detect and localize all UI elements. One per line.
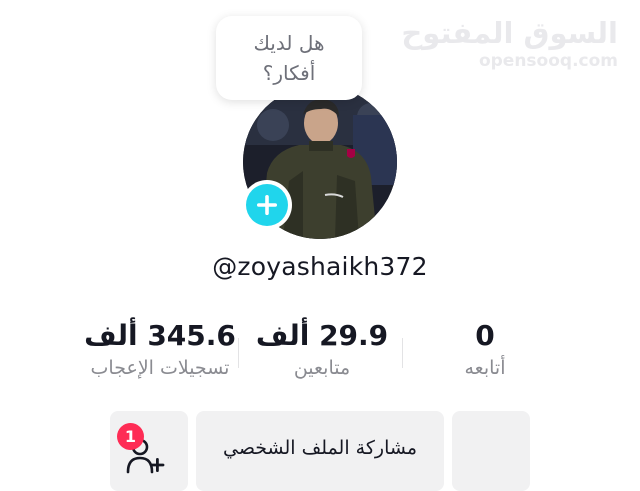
followers-stat[interactable]: 29.9 ألف متابعين bbox=[242, 318, 402, 382]
plus-icon bbox=[257, 195, 277, 215]
bubble-line-1: هل لديك bbox=[253, 31, 325, 55]
following-label: أتابعه bbox=[464, 357, 506, 379]
profile-username: @zoyashaikh372 bbox=[212, 252, 428, 281]
thoughts-bubble[interactable]: هل لديك أفكار؟ bbox=[216, 16, 362, 100]
stats-divider bbox=[402, 338, 403, 368]
likes-count: 345.6 ألف bbox=[84, 319, 236, 352]
likes-label: تسجيلات الإعجاب bbox=[90, 357, 230, 379]
add-avatar-button[interactable] bbox=[242, 180, 292, 230]
watermark-latin: opensooq.com bbox=[478, 51, 618, 71]
more-options-button[interactable] bbox=[452, 411, 530, 491]
bubble-line-2: أفكار؟ bbox=[262, 61, 316, 85]
friend-request-badge: 1 bbox=[117, 423, 144, 450]
share-profile-label: مشاركة الملف الشخصي bbox=[222, 437, 417, 459]
following-count: 0 bbox=[475, 319, 495, 352]
following-stat[interactable]: 0 أتابعه bbox=[420, 318, 550, 382]
share-profile-button[interactable]: مشاركة الملف الشخصي bbox=[196, 411, 444, 491]
followers-label: متابعين bbox=[293, 357, 351, 379]
watermark-arabic: السوق المفتوح bbox=[401, 16, 619, 50]
add-avatar-circle bbox=[246, 184, 288, 226]
likes-stat[interactable]: 345.6 ألف تسجيلات الإعجاب bbox=[60, 318, 260, 382]
opensooq-watermark: السوق المفتوح opensooq.com bbox=[401, 14, 619, 71]
followers-count: 29.9 ألف bbox=[255, 319, 389, 352]
stats-divider bbox=[238, 338, 239, 368]
